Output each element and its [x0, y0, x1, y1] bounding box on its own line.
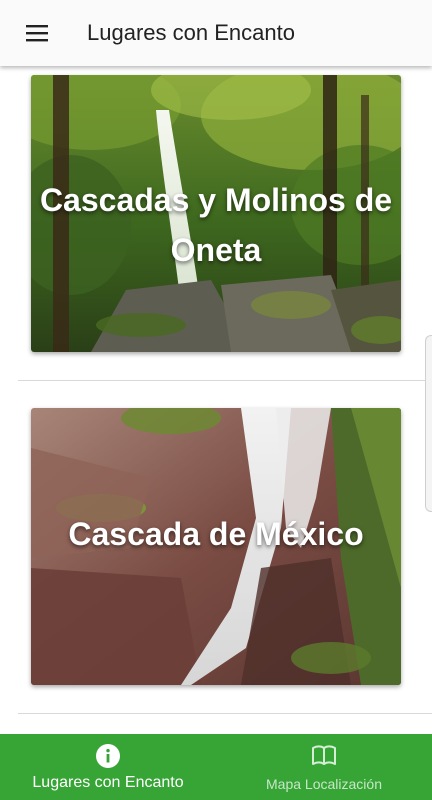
nav-label: Mapa Localización [266, 776, 382, 792]
info-icon [95, 743, 121, 769]
app-title: Lugares con Encanto [87, 20, 295, 45]
nav-label: Lugares con Encanto [32, 774, 184, 791]
nav-item-mapa[interactable]: Mapa Localización [216, 734, 432, 800]
place-card-oneta[interactable]: Cascadas y Molinos de Oneta [31, 75, 401, 352]
bottom-navigation: Lugares con Encanto Mapa Localización [0, 734, 432, 800]
places-list[interactable]: Cascadas y Molinos de Oneta Cascada de M… [0, 66, 432, 734]
list-divider [18, 713, 432, 714]
place-title: Cascadas y Molinos de Oneta [39, 182, 393, 268]
map-book-icon [311, 743, 337, 769]
app-bar: Lugares con Encanto [0, 0, 432, 66]
menu-button[interactable] [16, 13, 60, 53]
menu-icon [26, 25, 48, 42]
nav-item-lugares[interactable]: Lugares con Encanto [0, 734, 216, 800]
list-divider [18, 380, 432, 381]
edge-panel-handle[interactable] [425, 335, 432, 512]
place-card-mexico[interactable]: Cascada de México [31, 408, 401, 685]
place-title: Cascada de México [68, 516, 364, 552]
